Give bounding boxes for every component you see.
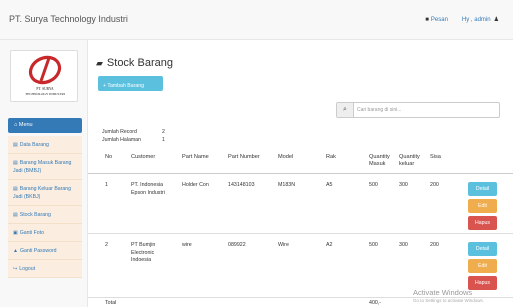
- add-barang-button[interactable]: + Tambah Barang: [98, 76, 163, 91]
- database-icon: ▤: [13, 212, 18, 218]
- edit-button[interactable]: Edit: [468, 199, 497, 213]
- total-label: Total: [105, 300, 117, 306]
- sidebar-item-barang-masuk[interactable]: ▤ Barang Masuk Barang Jadi (BMBJ): [8, 154, 82, 180]
- database-icon: ▤: [13, 160, 18, 166]
- cell-model: Wire: [278, 242, 289, 248]
- cell-no: 2: [105, 242, 108, 248]
- col-part-name: Part Name: [182, 154, 209, 160]
- search-box: ⌕: [336, 102, 500, 118]
- detail-button[interactable]: Detail: [468, 182, 497, 196]
- cell-qty-masuk: 500: [369, 242, 378, 248]
- cell-part-number: 089922: [228, 242, 246, 248]
- cell-part-number: 143148103: [228, 182, 255, 188]
- record-count-label: Jumlah Record: [102, 129, 137, 135]
- cell-model: M183N: [278, 182, 296, 188]
- sidebar-menu: ▤ Data Barang ▤ Barang Masuk Barang Jadi (…: [8, 136, 82, 278]
- top-right-menu: ■ Pesan Hy , admin ♟: [425, 16, 501, 24]
- user-greeting[interactable]: Hy , admin: [462, 17, 491, 23]
- top-navbar: PT. Surya Technology Industri ■ Pesan Hy…: [0, 0, 513, 40]
- home-icon: ⌂: [14, 122, 18, 128]
- sidebar-item-ganti-password[interactable]: ▲ Ganti Password: [8, 242, 82, 260]
- database-icon: ▤: [13, 186, 18, 192]
- cell-qty-keluar: 300: [399, 242, 408, 248]
- logo-line2: TECHNOLOGY INDUSTRI: [25, 92, 65, 96]
- page-title: ▰ Stock Barang: [96, 57, 173, 69]
- sidebar-item-ganti-foto[interactable]: ▣ Ganti Foto: [8, 224, 82, 242]
- cell-qty-masuk: 500: [369, 182, 378, 188]
- lock-icon: ▲: [13, 248, 18, 254]
- cell-sisa: 200: [430, 242, 439, 248]
- pesan-link[interactable]: Pesan: [431, 17, 448, 23]
- sidebar-item-barang-keluar[interactable]: ▤ Barang Keluar Barang Jadi (BKBJ): [8, 180, 82, 206]
- cell-customer: PT Bumjin Electronic Indoesia: [131, 242, 156, 263]
- activate-windows-subtitle: Go to Settings to activate Windows.: [413, 298, 485, 303]
- col-rak: Rak: [326, 154, 336, 160]
- cell-no: 1: [105, 182, 108, 188]
- detail-button[interactable]: Detail: [468, 242, 497, 256]
- col-no: No: [105, 154, 113, 160]
- sidebar-item-data-barang[interactable]: ▤ Data Barang: [8, 136, 82, 154]
- sidebar-item-logout[interactable]: ↪ Logout: [8, 260, 82, 278]
- menu-header[interactable]: ⌂ Menu: [8, 118, 82, 133]
- image-icon: ▣: [13, 230, 18, 236]
- briefcase-icon: ▰: [96, 57, 103, 68]
- record-count-value: 2: [162, 129, 165, 135]
- table-header: No Customer Part Name Part Number Model …: [88, 150, 513, 174]
- database-icon: ▤: [13, 142, 18, 148]
- cell-part-name: Holder Con: [182, 182, 209, 188]
- col-sisa: Sisa: [430, 154, 441, 160]
- col-customer: Customer: [131, 154, 156, 160]
- cell-customer: PT. Indonesia Epson Industri: [131, 182, 165, 196]
- cell-sisa: 200: [430, 182, 439, 188]
- col-part-number: Part Number: [228, 154, 260, 160]
- activate-windows-title: Activate Windows: [413, 288, 473, 297]
- col-qty-keluar: Quantity keluar: [399, 154, 420, 167]
- delete-button[interactable]: Hapus: [468, 216, 497, 230]
- page-count-value: 1: [162, 136, 165, 143]
- cell-qty-keluar: 300: [399, 182, 408, 188]
- edit-button[interactable]: Edit: [468, 259, 497, 273]
- brand-title[interactable]: PT. Surya Technology Industri: [9, 14, 128, 24]
- cell-part-name: wire: [182, 242, 192, 248]
- search-input[interactable]: [357, 105, 495, 115]
- main-content: ▰ Stock Barang + Tambah Barang ⌕ Jumlah …: [88, 40, 513, 307]
- col-qty-masuk: Quantity Masuk: [369, 154, 390, 167]
- cell-rak: A5: [326, 182, 333, 188]
- delete-button[interactable]: Hapus: [468, 276, 497, 290]
- sidebar-item-stock-barang[interactable]: ▤ Stock Barang: [8, 206, 82, 224]
- table-row: 1 PT. Indonesia Epson Industri Holder Con…: [88, 176, 513, 234]
- page-count-label: Jumlah Halaman: [102, 136, 141, 143]
- search-icon[interactable]: ⌕: [337, 103, 354, 117]
- cell-rak: A2: [326, 242, 333, 248]
- message-icon[interactable]: ■: [425, 17, 429, 23]
- company-logo: PT. SURYA TECHNOLOGY INDUSTRI: [10, 50, 78, 102]
- col-model: Model: [278, 154, 294, 160]
- total-value: 400,-: [369, 300, 382, 306]
- user-icon[interactable]: ♟: [494, 16, 499, 23]
- sidebar: PT. SURYA TECHNOLOGY INDUSTRI ⌂ Menu ▤ Da…: [0, 40, 88, 307]
- logo-line1: PT. SURYA: [36, 87, 54, 91]
- logout-icon: ↪: [13, 266, 18, 272]
- record-info: Jumlah Record 2 Jumlah Halaman 1: [102, 129, 165, 144]
